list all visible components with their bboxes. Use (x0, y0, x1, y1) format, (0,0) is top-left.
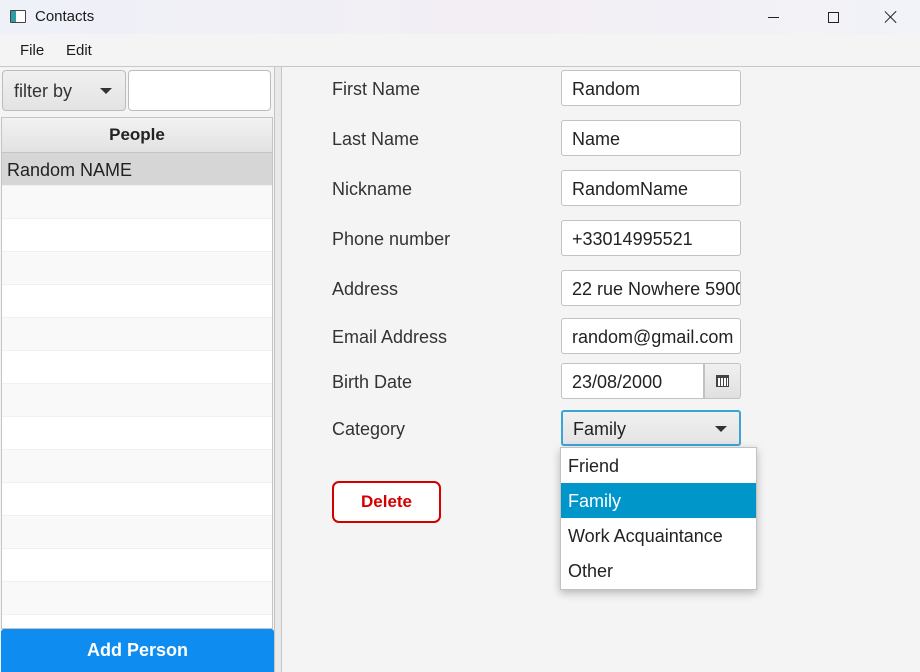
filter-by-value: filter by (14, 81, 73, 101)
category-option[interactable]: Friend (561, 448, 756, 483)
nickname-field[interactable]: RandomName (561, 170, 741, 206)
people-table: People Random NAME (1, 117, 273, 629)
table-row[interactable] (2, 450, 272, 483)
email-label: Email Address (332, 327, 448, 347)
table-row[interactable]: Random NAME (2, 153, 272, 186)
maximize-button[interactable] (810, 0, 856, 34)
table-row[interactable] (2, 483, 272, 516)
filter-by-select[interactable]: filter by (2, 70, 126, 111)
minimize-icon (767, 16, 779, 18)
last-name-label: Last Name (332, 129, 420, 149)
category-option[interactable]: Family (561, 483, 756, 518)
menu-edit[interactable]: Edit (66, 42, 92, 59)
menu-file[interactable]: File (20, 42, 44, 59)
table-row[interactable] (2, 351, 272, 384)
table-row[interactable] (2, 186, 272, 219)
table-row[interactable] (2, 318, 272, 351)
table-row[interactable] (2, 285, 272, 318)
table-row[interactable] (2, 219, 272, 252)
category-option[interactable]: Other (561, 553, 756, 588)
people-rows: Random NAME (2, 153, 272, 615)
filter-input[interactable] (128, 70, 271, 111)
table-row[interactable] (2, 549, 272, 582)
close-button[interactable] (868, 0, 914, 34)
email-field[interactable]: random@gmail.com (561, 318, 741, 354)
category-select[interactable]: Family (561, 410, 741, 446)
add-person-button[interactable]: Add Person (1, 629, 274, 672)
table-row[interactable] (2, 252, 272, 285)
close-icon (884, 10, 898, 24)
table-row[interactable] (2, 384, 272, 417)
people-panel: filter by People Random NAME Add Person (0, 67, 276, 672)
menu-bar: File Edit (0, 34, 920, 67)
chevron-down-icon (715, 426, 727, 432)
calendar-icon (716, 375, 729, 387)
title-bar: Contacts (0, 0, 920, 34)
window-title: Contacts (35, 8, 95, 25)
minimize-button[interactable] (750, 0, 796, 34)
nickname-label: Nickname (332, 179, 413, 199)
category-value: Family (573, 419, 626, 439)
delete-button[interactable]: Delete (332, 481, 441, 523)
app-window-icon (10, 10, 26, 23)
people-column-header[interactable]: People (2, 118, 272, 153)
first-name-label: First Name (332, 79, 421, 99)
table-row[interactable] (2, 417, 272, 450)
category-label: Category (332, 419, 406, 439)
category-option[interactable]: Work Acquaintance (561, 518, 756, 553)
address-field[interactable]: 22 rue Nowhere 5900 (561, 270, 741, 306)
table-row[interactable] (2, 516, 272, 549)
address-label: Address (332, 279, 399, 299)
first-name-field[interactable]: Random (561, 70, 741, 106)
last-name-field[interactable]: Name (561, 120, 741, 156)
birth-date-label: Birth Date (332, 372, 413, 392)
category-dropdown-list: Friend Family Work Acquaintance Other (560, 447, 757, 590)
phone-field[interactable]: +33014995521 (561, 220, 741, 256)
chevron-down-icon (100, 88, 112, 94)
split-pane-divider[interactable] (274, 67, 282, 672)
table-row[interactable] (2, 582, 272, 615)
birth-date-field[interactable]: 23/08/2000 (561, 363, 704, 399)
phone-label: Phone number (332, 229, 451, 249)
maximize-icon (827, 11, 839, 23)
date-picker-button[interactable] (704, 363, 741, 399)
